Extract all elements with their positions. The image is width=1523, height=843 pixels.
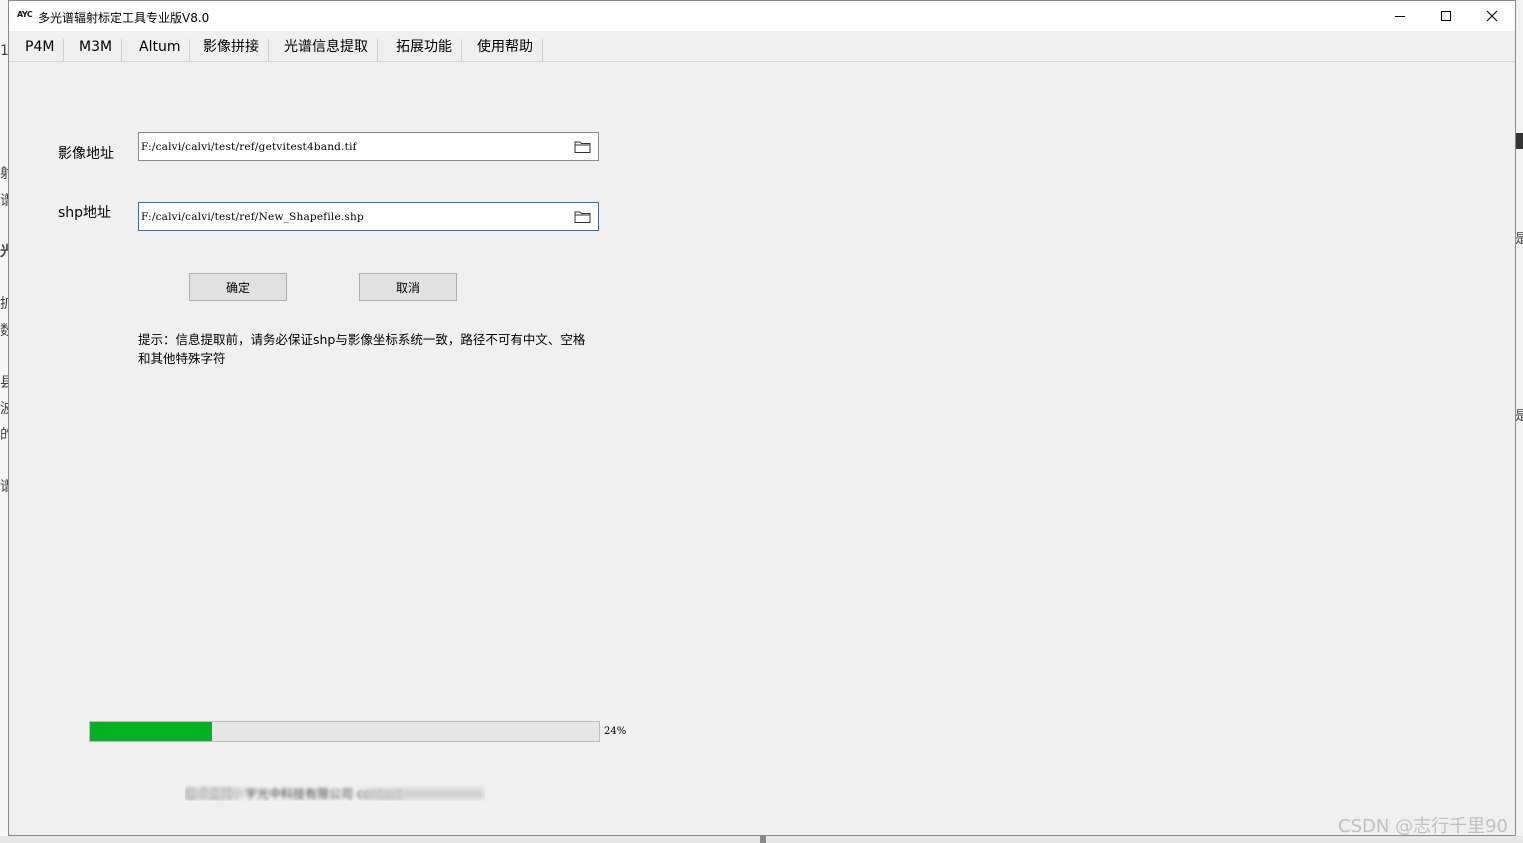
menu-item-p4m[interactable]: P4M	[16, 39, 65, 61]
image-path-label: 影像地址	[58, 146, 114, 162]
close-icon	[1486, 10, 1498, 22]
background-scroll-handle	[760, 836, 766, 843]
csdn-watermark: CSDN @志行千里90	[1338, 816, 1508, 837]
main-window: AYC 多光谱辐射标定工具专业版V8.0 P4M M3M Altum 影像拼接 …	[8, 0, 1516, 836]
background-char: 是	[1515, 409, 1523, 424]
menu-item-help[interactable]: 使用帮助	[468, 39, 543, 61]
hint-text: 提示：信息提取前，请务必保证shp与影像坐标系统一致，路径不可有中文、空格 和其…	[138, 330, 618, 368]
background-dark-mark	[1516, 133, 1523, 149]
window-title: 多光谱辐射标定工具专业版V8.0	[38, 11, 210, 25]
maximize-button[interactable]	[1423, 1, 1469, 31]
background-char: 是	[1515, 232, 1523, 247]
image-path-field[interactable]	[138, 132, 599, 161]
progress-fill	[90, 722, 213, 741]
maximize-icon	[1441, 11, 1451, 21]
shp-path-input[interactable]	[141, 203, 561, 230]
folder-icon[interactable]	[574, 139, 592, 154]
image-path-input[interactable]	[141, 133, 561, 160]
footer-company-text: 技术支持：宇光中科技有限公司 contact	[185, 785, 485, 801]
minimize-icon	[1395, 16, 1405, 17]
folder-icon[interactable]	[574, 209, 592, 224]
hint-line-2: 和其他特殊字符	[138, 351, 226, 366]
menu-item-extensions[interactable]: 拓展功能	[387, 39, 462, 61]
menu-item-altum[interactable]: Altum	[130, 39, 191, 61]
cancel-button[interactable]: 取消	[359, 273, 457, 301]
menu-bar: P4M M3M Altum 影像拼接 光谱信息提取 拓展功能 使用帮助	[9, 33, 1515, 62]
progress-bar	[89, 721, 600, 742]
progress-label: 24%	[604, 726, 627, 737]
menu-item-image-mosaic[interactable]: 影像拼接	[194, 39, 269, 61]
title-bar[interactable]: AYC 多光谱辐射标定工具专业版V8.0	[9, 1, 1515, 31]
redaction-smudge	[365, 789, 485, 799]
redaction-smudge	[185, 788, 245, 798]
close-button[interactable]	[1469, 1, 1515, 31]
confirm-button[interactable]: 确定	[189, 273, 287, 301]
background-app-bottom-edge	[0, 836, 1523, 843]
shp-path-label: shp地址	[58, 205, 112, 221]
shp-path-field[interactable]	[138, 202, 599, 231]
menu-item-m3m[interactable]: M3M	[70, 39, 123, 61]
hint-line-1: 提示：信息提取前，请务必保证shp与影像坐标系统一致，路径不可有中文、空格	[138, 332, 586, 347]
minimize-button[interactable]	[1377, 1, 1423, 31]
menu-item-spectral-extraction[interactable]: 光谱信息提取	[275, 39, 378, 61]
app-logo-icon: AYC	[17, 10, 33, 19]
